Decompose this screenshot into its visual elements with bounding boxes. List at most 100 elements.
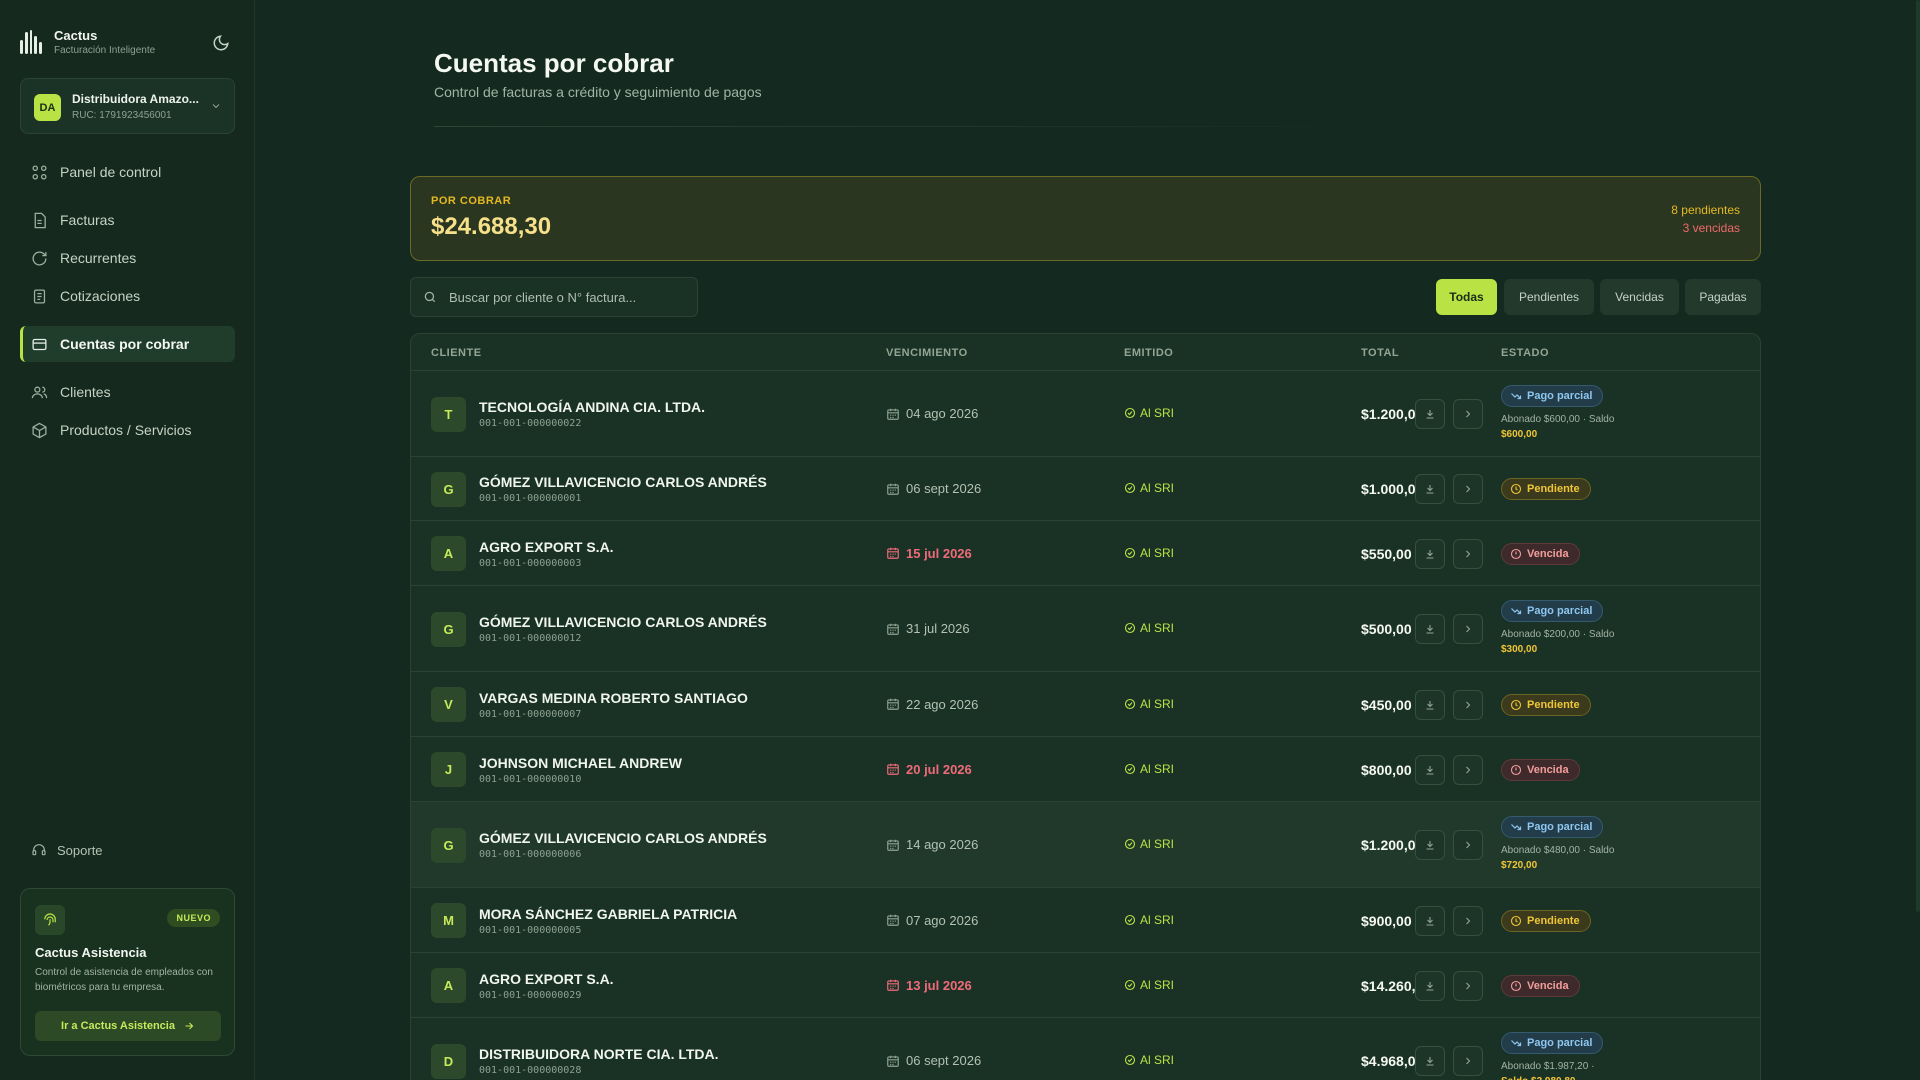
scrollbar[interactable] — [1916, 0, 1920, 912]
due-date: 06 sept 2026 — [886, 481, 981, 496]
status-text: Pendiente — [1527, 483, 1580, 495]
box-icon — [32, 422, 47, 438]
sidebar-item-clientes[interactable]: Clientes — [20, 374, 235, 410]
open-invoice-button[interactable] — [1453, 1046, 1483, 1076]
download-button[interactable] — [1415, 1046, 1445, 1076]
download-icon — [1424, 408, 1436, 420]
payment-info: Abonado $480,00 · Saldo $720,00 — [1501, 843, 1614, 873]
emitted-text: Al SRI — [1140, 837, 1175, 851]
table-row[interactable]: G GÓMEZ VILLAVICENCIO CARLOS ANDRÉS 001-00… — [411, 457, 1760, 521]
filter-vencidas[interactable]: Vencidas — [1600, 279, 1679, 315]
download-button[interactable] — [1415, 614, 1445, 644]
open-invoice-button[interactable] — [1453, 970, 1483, 1001]
promo-button[interactable]: Ir a Cactus Asistencia — [35, 1011, 221, 1041]
open-invoice-button[interactable] — [1453, 754, 1483, 785]
calendar-icon — [887, 408, 899, 420]
download-button[interactable] — [1415, 830, 1445, 860]
promo-button-label: Ir a Cactus Asistencia — [61, 1020, 175, 1032]
filter-pendientes[interactable]: Pendientes — [1504, 279, 1594, 315]
quote-icon — [33, 288, 46, 304]
download-button[interactable] — [1415, 689, 1445, 720]
download-button[interactable] — [1415, 905, 1445, 936]
open-invoice-button[interactable] — [1453, 830, 1483, 860]
due-date: 20 jul 2026 — [886, 762, 972, 777]
table-row[interactable]: G GÓMEZ VILLAVICENCIO CARLOS ANDRÉS 001-00… — [411, 802, 1760, 888]
filter-pagadas[interactable]: Pagadas — [1685, 279, 1761, 315]
sidebar-item-productos[interactable]: Productos / Servicios — [20, 412, 235, 448]
table-row[interactable]: T TECNOLOGÍA ANDINA CIA. LTDA. 001-001-000… — [411, 371, 1760, 457]
download-icon — [1424, 699, 1436, 711]
invoice-number: 001-001-000000007 — [479, 708, 582, 720]
status-text: Pendiente — [1527, 698, 1580, 711]
support-link[interactable]: Soporte — [31, 842, 103, 858]
table-row[interactable]: A AGRO EXPORT S.A. 001-001-000000003 15 jul… — [411, 521, 1760, 586]
arrow-right-icon — [185, 1022, 194, 1030]
chevron-down-icon — [210, 99, 222, 111]
promo-card: NUEVO Cactus Asistencia Control de asist… — [20, 888, 235, 1056]
summary-amount: $24.688,30 — [431, 213, 552, 240]
open-invoice-button[interactable] — [1453, 905, 1483, 936]
due-date: 04 ago 2026 — [886, 406, 978, 421]
due-date-text: 13 jul 2026 — [906, 977, 972, 993]
balance-amount: $300,00 — [1501, 644, 1538, 655]
sidebar-item-recurrentes[interactable]: Recurrentes — [20, 240, 235, 276]
sidebar-item-facturas[interactable]: Facturas — [20, 202, 235, 238]
status-badge: Pendiente — [1501, 478, 1591, 500]
users-icon — [31, 386, 48, 398]
moon-icon[interactable] — [212, 34, 230, 52]
chevron-right-icon — [1462, 483, 1474, 495]
sidebar-item-panel[interactable]: Panel de control — [20, 154, 235, 190]
receivables-summary: POR COBRAR $24.688,30 8 pendientes 3 ven… — [410, 176, 1761, 261]
invoice-total: $450,00 — [1361, 696, 1412, 713]
download-button[interactable] — [1415, 538, 1445, 569]
status-text: Pago parcial — [1527, 1037, 1593, 1049]
summary-pending-count: 8 pendientes — [1671, 203, 1740, 217]
table-row[interactable]: M MORA SÁNCHEZ GABRIELA PATRICIA 001-001-0… — [411, 888, 1760, 953]
due-date-text: 07 ago 2026 — [906, 912, 979, 928]
dashboard-icon — [32, 164, 47, 180]
status-badge: Pendiente — [1501, 909, 1591, 932]
emitted-text: Al SRI — [1140, 621, 1175, 635]
table-row[interactable]: V VARGAS MEDINA ROBERTO SANTIAGO 001-001-0… — [411, 672, 1760, 737]
table-row[interactable]: G GÓMEZ VILLAVICENCIO CARLOS ANDRÉS 001-00… — [411, 586, 1760, 672]
status-text: Pago parcial — [1527, 821, 1593, 833]
open-invoice-button[interactable] — [1453, 614, 1483, 644]
check-circle-icon — [1124, 547, 1136, 558]
status-badge: Pago parcial — [1501, 816, 1604, 838]
download-button[interactable] — [1415, 399, 1445, 429]
open-invoice-button[interactable] — [1453, 689, 1483, 720]
table-row[interactable]: A AGRO EXPORT S.A. 001-001-000000029 13 jul… — [411, 953, 1760, 1018]
chevron-right-icon — [1462, 1055, 1474, 1067]
calendar-icon — [887, 1055, 899, 1067]
download-button[interactable] — [1415, 474, 1445, 504]
download-icon — [1424, 1055, 1436, 1067]
emitted-status: Al SRI — [1124, 762, 1174, 776]
download-button[interactable] — [1415, 754, 1445, 785]
open-invoice-button[interactable] — [1453, 474, 1483, 504]
company-selector[interactable]: DA Distribuidora Amazo... RUC: 179192345… — [20, 78, 235, 134]
open-invoice-button[interactable] — [1453, 399, 1483, 429]
client-name: AGRO EXPORT S.A. — [479, 538, 614, 555]
due-date-text: 06 sept 2026 — [906, 481, 982, 496]
invoice-total: $900,00 — [1361, 912, 1412, 929]
sidebar-item-cotizaciones[interactable]: Cotizaciones — [20, 278, 235, 314]
promo-title: Cactus Asistencia — [35, 945, 147, 960]
search-input[interactable] — [449, 289, 679, 305]
table-row[interactable]: D DISTRIBUIDORA NORTE CIA. LTDA. 001-001-0… — [411, 1018, 1760, 1080]
download-icon — [1424, 839, 1436, 851]
emitted-status: Al SRI — [1124, 978, 1174, 992]
calendar-icon — [887, 979, 899, 991]
client-avatar: D — [431, 1043, 466, 1079]
sidebar-item-label: Cotizaciones — [60, 288, 141, 304]
filter-todas[interactable]: Todas — [1436, 279, 1497, 315]
brand[interactable]: Cactus Facturación Inteligente — [20, 28, 155, 56]
sidebar-item-cuentas-por-cobrar[interactable]: Cuentas por cobrar — [20, 326, 235, 362]
table-row[interactable]: J JOHNSON MICHAEL ANDREW 001-001-000000010… — [411, 737, 1760, 802]
status-text: Pago parcial — [1527, 390, 1593, 402]
open-invoice-button[interactable] — [1453, 538, 1483, 569]
check-circle-icon — [1124, 979, 1136, 990]
search-box[interactable] — [410, 277, 698, 317]
payment-info: Abonado $1.987,20 · Saldo $2.980,80 — [1501, 1059, 1594, 1080]
download-button[interactable] — [1415, 970, 1445, 1001]
clock-icon — [1510, 915, 1522, 926]
